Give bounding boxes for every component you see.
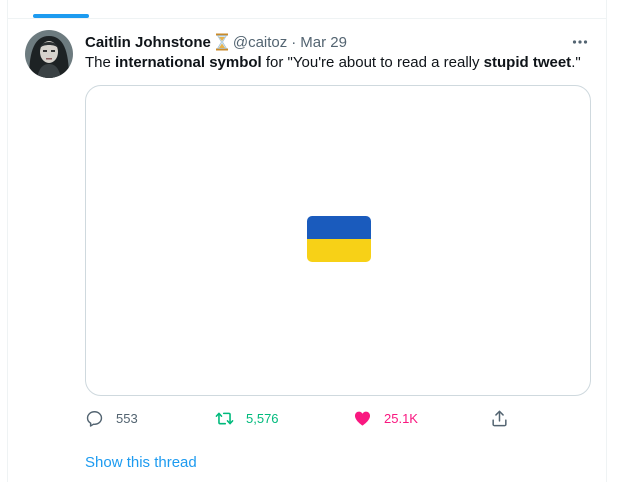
- tweet-text: The international symbol for "You're abo…: [85, 53, 605, 73]
- flag-yellow-stripe: [307, 239, 371, 262]
- reply-button[interactable]: 553: [85, 406, 138, 430]
- more-icon[interactable]: [568, 30, 592, 54]
- like-button[interactable]: 25.1K: [353, 406, 418, 430]
- author-handle[interactable]: @caitoz: [233, 34, 287, 51]
- text-part-bold: stupid tweet: [483, 54, 572, 71]
- like-count: 25.1K: [384, 410, 418, 426]
- text-part: for "You're about to read a really: [261, 54, 484, 71]
- reply-icon: [86, 410, 103, 427]
- show-thread-link[interactable]: Show this thread: [85, 454, 197, 471]
- author-name[interactable]: Caitlin Johnstone: [85, 34, 211, 51]
- tweet-media[interactable]: [85, 85, 591, 396]
- heart-icon: [354, 411, 371, 426]
- share-icon: [492, 410, 507, 426]
- text-part-bold: international symbol: [115, 54, 262, 71]
- tweet-actions: 553 5,576 25.1K: [85, 406, 525, 430]
- retweet-count: 5,576: [246, 410, 279, 426]
- tweet-header: Caitlin Johnstone @caitoz · Mar 29: [85, 32, 592, 52]
- header-divider: [8, 18, 606, 19]
- avatar[interactable]: [25, 30, 73, 78]
- ukraine-flag: [307, 216, 371, 262]
- retweet-icon: [215, 412, 234, 424]
- text-part: The: [85, 54, 116, 71]
- retweet-button[interactable]: 5,576: [215, 406, 279, 430]
- hourglass-icon: [215, 33, 229, 51]
- flag-blue-stripe: [307, 216, 371, 239]
- timeline-column: Caitlin Johnstone @caitoz · Mar 29 The i…: [7, 0, 607, 482]
- reply-count: 553: [116, 410, 138, 426]
- text-part: .": [571, 54, 581, 71]
- separator-dot: ·: [291, 33, 297, 51]
- tweet-date[interactable]: Mar 29: [300, 34, 347, 51]
- share-button[interactable]: [490, 406, 509, 430]
